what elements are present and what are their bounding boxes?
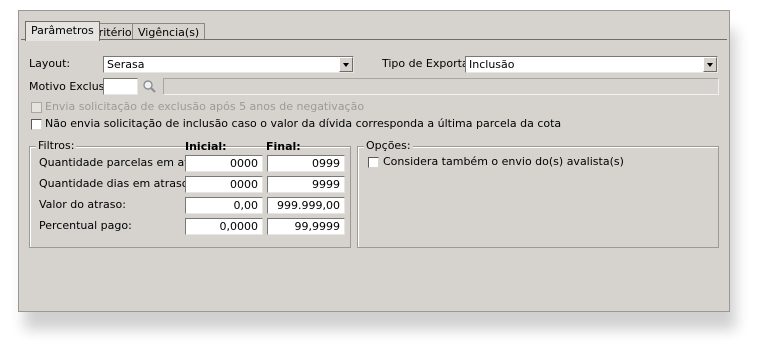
parameters-window: Parâmetros Critérios Vigência(s) Layout:… xyxy=(18,10,730,312)
tab-parametros[interactable]: Parâmetros xyxy=(25,21,100,41)
export-type-select[interactable]: Inclusão xyxy=(465,56,718,73)
exclusion-after-5-years-label: Envia solicitação de exclusão após 5 ano… xyxy=(45,100,365,113)
options-title: Opções: xyxy=(364,139,413,153)
filter-final-input[interactable]: 999.999,00 xyxy=(267,197,345,214)
filters-group: Filtros: Inicial: Final: Quantidade parc… xyxy=(29,139,351,248)
filter-initial-value: 0,00 xyxy=(233,199,259,212)
tab-panel-parametros: Layout: Serasa Tipo de Exportação: Inclu… xyxy=(21,39,727,311)
filter-final-value: 0999 xyxy=(312,157,340,170)
no-inclusion-last-installment-checkbox[interactable] xyxy=(31,119,42,130)
layout-select[interactable]: Serasa xyxy=(103,56,354,73)
consider-guarantor-checkbox[interactable] xyxy=(368,157,379,168)
no-inclusion-last-installment-label: Não envia solicitação de inclusão caso o… xyxy=(45,117,562,130)
filter-initial-input[interactable]: 0,0000 xyxy=(185,218,263,235)
filter-row-label: Valor do atraso: xyxy=(39,198,126,211)
exclusion-reason-description xyxy=(163,78,719,95)
filter-initial-value: 0000 xyxy=(230,157,258,170)
consider-guarantor-label: Considera também o envio do(s) avalista(… xyxy=(383,155,624,168)
chevron-down-icon[interactable] xyxy=(703,57,717,72)
options-group: Opções: Considera também o envio do(s) a… xyxy=(357,139,719,248)
filter-final-value: 99,9999 xyxy=(294,220,341,233)
layout-label: Layout: xyxy=(29,57,71,70)
filter-initial-value: 0000 xyxy=(230,178,258,191)
filter-final-input[interactable]: 9999 xyxy=(267,176,345,193)
filter-initial-input[interactable]: 0000 xyxy=(185,155,263,172)
filter-initial-input[interactable]: 0,00 xyxy=(185,197,263,214)
filter-final-input[interactable]: 99,9999 xyxy=(267,218,345,235)
exclusion-after-5-years-checkbox[interactable] xyxy=(31,102,42,113)
filter-initial-value: 0,0000 xyxy=(219,220,259,233)
exclusion-reason-code-input[interactable] xyxy=(103,78,138,95)
filter-row-label: Quantidade dias em atraso: xyxy=(39,177,193,190)
filter-final-value: 9999 xyxy=(312,178,340,191)
magnifier-icon[interactable] xyxy=(142,79,157,94)
chevron-down-icon[interactable] xyxy=(339,57,353,72)
filters-col-initial: Inicial: xyxy=(185,140,227,153)
filters-col-final: Final: xyxy=(266,140,301,153)
layout-value: Serasa xyxy=(107,58,145,71)
filters-title: Filtros: xyxy=(36,139,77,153)
export-type-value: Inclusão xyxy=(469,58,515,71)
filter-final-value: 999.999,00 xyxy=(277,199,340,212)
filter-final-input[interactable]: 0999 xyxy=(267,155,345,172)
filter-row-label: Percentual pago: xyxy=(39,219,132,232)
filter-initial-input[interactable]: 0000 xyxy=(185,176,263,193)
